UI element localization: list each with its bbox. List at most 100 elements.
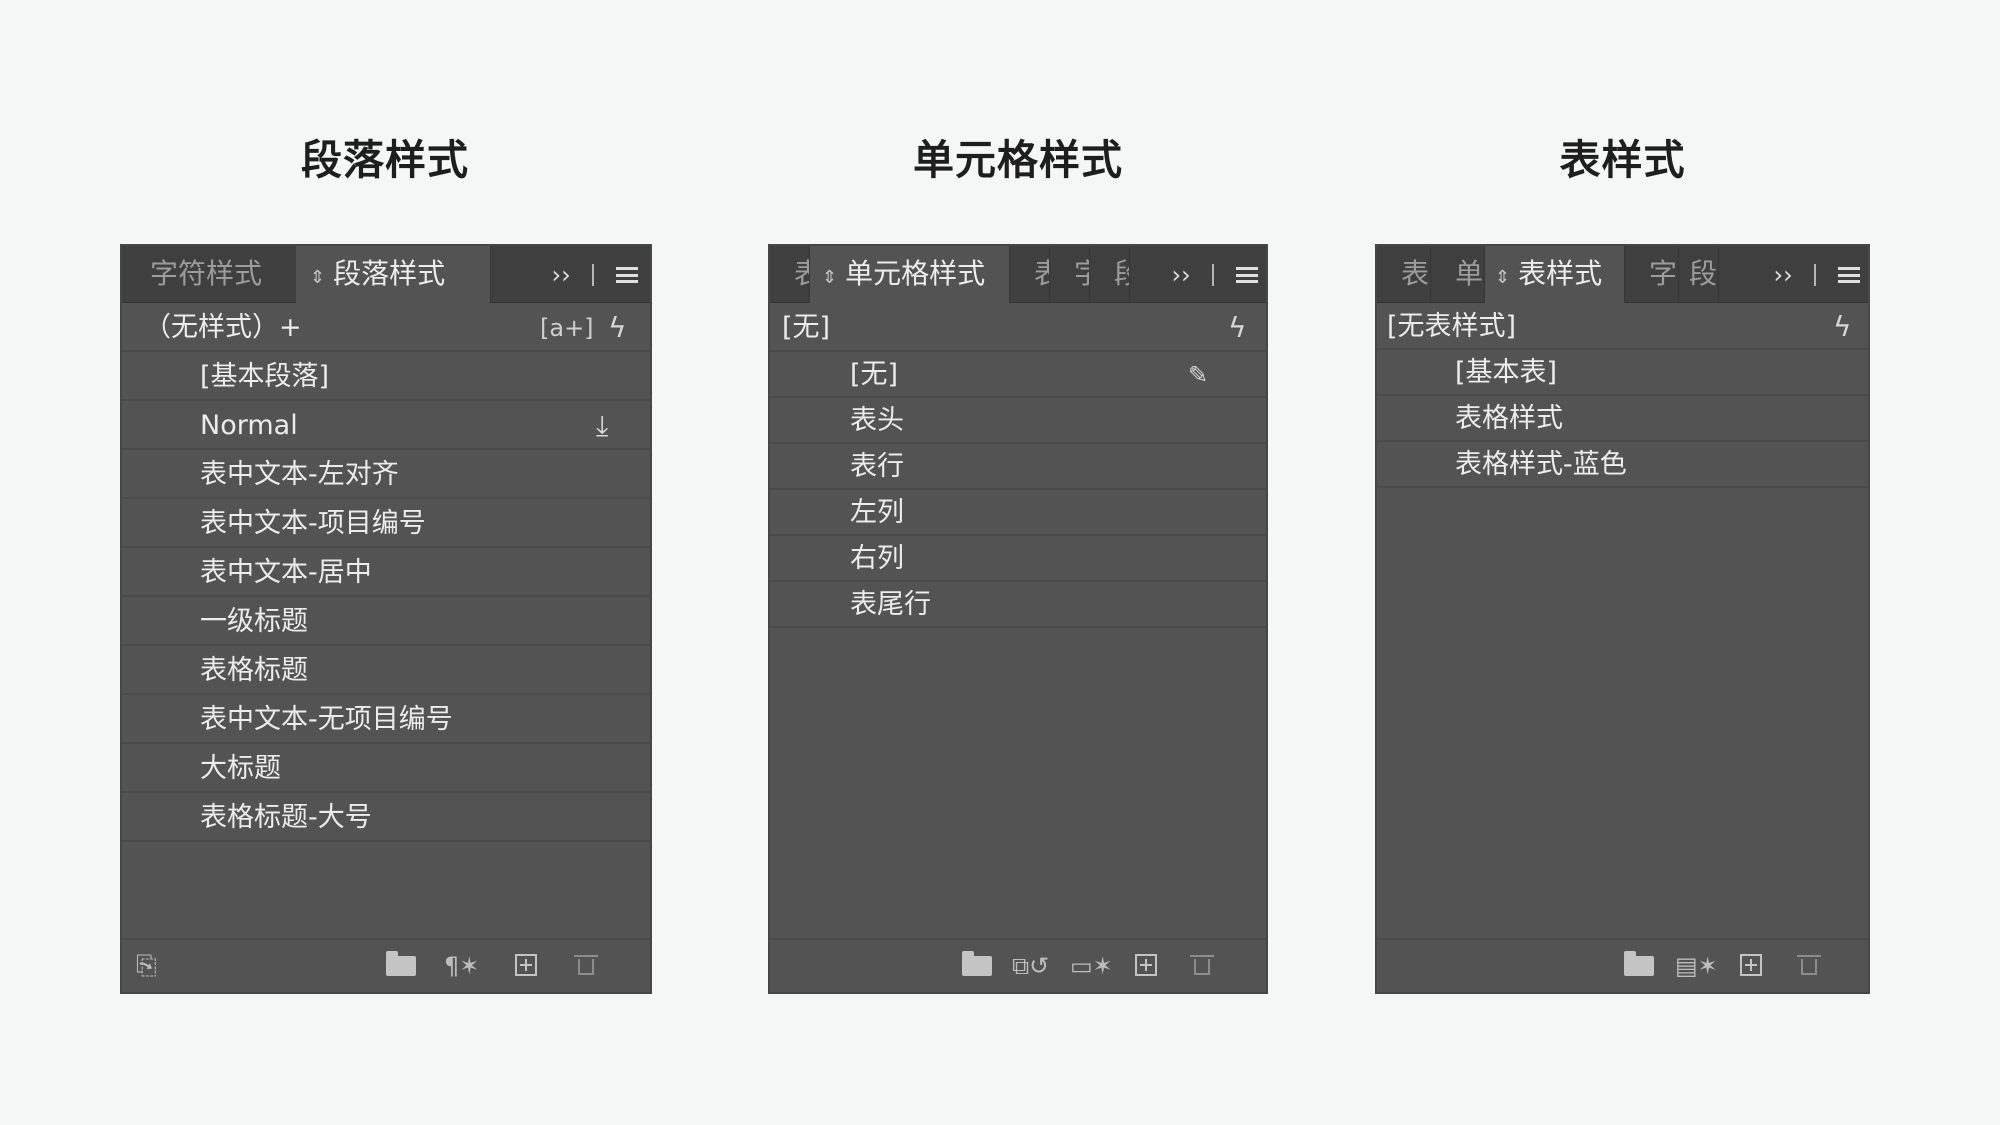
lightning-icon[interactable]: ϟ bbox=[608, 304, 626, 352]
tab-table-styles-collapsed[interactable]: 表 bbox=[770, 246, 810, 302]
item-label: 左列 bbox=[850, 497, 904, 528]
list-item[interactable]: 表格样式 bbox=[1377, 396, 1868, 442]
list-item[interactable]: 大标题 bbox=[122, 744, 650, 793]
sort-arrows-icon: ⇕ bbox=[822, 267, 838, 288]
divider bbox=[1212, 264, 1215, 286]
trash-icon[interactable] bbox=[574, 953, 598, 975]
item-label: （无样式）+ bbox=[144, 312, 302, 343]
list-item[interactable]: 表中文本-项目编号 bbox=[122, 499, 650, 548]
panel-controls: ›› bbox=[1172, 246, 1258, 302]
list-item[interactable]: 表中文本-左对齐 bbox=[122, 450, 650, 499]
clear-override-icon[interactable]: ▭✶ bbox=[1070, 952, 1113, 980]
expand-chevrons-icon[interactable]: ›› bbox=[552, 247, 571, 303]
item-label: [基本表] bbox=[1455, 357, 1558, 388]
panel-menu-icon[interactable] bbox=[616, 267, 638, 283]
folder-icon[interactable] bbox=[962, 951, 992, 976]
import-icon: ⤓ bbox=[596, 409, 609, 442]
item-label: 表格标题 bbox=[200, 655, 308, 686]
item-label: 表中文本-项目编号 bbox=[200, 508, 426, 539]
table-styles-panel: 表 单 ⇕ 表样式 字 段 ›› [无表样式] ϟ [基本表] 表格样式 表格样式… bbox=[1375, 244, 1870, 994]
list-item[interactable]: 右列 bbox=[770, 536, 1266, 582]
lightning-icon[interactable]: ϟ bbox=[1833, 304, 1851, 350]
tab-label: 段 bbox=[1689, 257, 1718, 290]
divider bbox=[1814, 264, 1817, 286]
folder-icon[interactable] bbox=[1624, 951, 1654, 976]
new-style-icon[interactable] bbox=[1740, 954, 1762, 976]
list-item[interactable]: 表尾行 bbox=[770, 582, 1266, 628]
tab-label: 单 bbox=[1455, 257, 1484, 290]
list-item[interactable]: 表中文本-居中 bbox=[122, 548, 650, 597]
tab-paragraph-collapsed[interactable]: 段 bbox=[1090, 246, 1130, 302]
lightning-icon[interactable]: ϟ bbox=[1228, 304, 1246, 352]
panel-controls: ›› bbox=[1774, 246, 1860, 302]
list-item[interactable]: 表格标题 bbox=[122, 646, 650, 695]
heading-cell-styles: 单元格样式 bbox=[913, 136, 1123, 184]
tab-table-collapsed[interactable]: 表 bbox=[1377, 246, 1431, 302]
expand-chevrons-icon[interactable]: ›› bbox=[1774, 247, 1793, 303]
list-item[interactable]: 表格样式-蓝色 bbox=[1377, 442, 1868, 488]
trash-icon[interactable] bbox=[1797, 953, 1821, 975]
tab-character-collapsed[interactable]: 字 bbox=[1050, 246, 1090, 302]
trash-icon[interactable] bbox=[1190, 953, 1214, 975]
item-label: 表行 bbox=[850, 451, 904, 482]
new-style-group-icon[interactable]: [a+] bbox=[540, 304, 594, 352]
item-label: 右列 bbox=[850, 543, 904, 574]
no-edit-icon: ✎ bbox=[1188, 361, 1209, 389]
clear-override-icon[interactable]: ¶✶ bbox=[444, 952, 479, 980]
panel-controls: ›› bbox=[552, 246, 638, 302]
tab-label: 表 bbox=[1401, 257, 1430, 290]
panel-footer: ⎘ ¶✶ bbox=[122, 938, 650, 992]
list-item[interactable]: Normal ⤓ bbox=[122, 401, 650, 450]
tab-paragraph-styles[interactable]: ⇕ 段落样式 bbox=[296, 246, 491, 303]
new-style-icon[interactable] bbox=[515, 954, 537, 976]
list-item-default[interactable]: （无样式）+ [a+] ϟ bbox=[122, 304, 650, 352]
item-label: Normal bbox=[200, 410, 298, 441]
panel-menu-icon[interactable] bbox=[1236, 267, 1258, 283]
list-item[interactable]: 表格标题-大号 bbox=[122, 793, 650, 842]
tab-table-styles[interactable]: ⇕ 表样式 bbox=[1485, 246, 1625, 303]
list-item[interactable]: [基本表] bbox=[1377, 350, 1868, 396]
load-styles-icon[interactable]: ⎘ bbox=[136, 952, 157, 980]
list-item[interactable]: 左列 bbox=[770, 490, 1266, 536]
list-item[interactable]: 表头 bbox=[770, 398, 1266, 444]
cell-panel-tabbar: 表 ⇕ 单元格样式 表 字 段 ›› bbox=[770, 246, 1266, 303]
tab-label: 字 bbox=[1649, 257, 1678, 290]
sort-arrows-icon: ⇕ bbox=[1495, 267, 1511, 288]
tab-label: 表 bbox=[1034, 257, 1049, 290]
item-label: 表格样式-蓝色 bbox=[1455, 449, 1627, 480]
panel-menu-icon[interactable] bbox=[1838, 267, 1860, 283]
list-item[interactable]: 表中文本-无项目编号 bbox=[122, 695, 650, 744]
list-item[interactable]: 表行 bbox=[770, 444, 1266, 490]
list-item-default[interactable]: [无] ϟ bbox=[770, 304, 1266, 352]
tab-cell-styles[interactable]: ⇕ 单元格样式 bbox=[810, 246, 1010, 303]
table-panel-tabbar: 表 单 ⇕ 表样式 字 段 ›› bbox=[1377, 246, 1868, 303]
tab-label: 段 bbox=[1114, 257, 1129, 290]
tab-cell-collapsed[interactable]: 单 bbox=[1431, 246, 1485, 302]
item-label: [无表样式] bbox=[1387, 311, 1517, 342]
item-label: [无] bbox=[850, 359, 899, 390]
tab-character-collapsed[interactable]: 字 bbox=[1625, 246, 1679, 302]
list-item[interactable]: [无] ✎ bbox=[770, 352, 1266, 398]
tab-label: 单元格样式 bbox=[845, 257, 986, 290]
item-label: 表头 bbox=[850, 405, 904, 436]
clear-attributes-icon[interactable]: ⧉↺ bbox=[1012, 952, 1049, 980]
list-item[interactable]: [基本段落] bbox=[122, 352, 650, 401]
tab-label: 字 bbox=[1074, 257, 1089, 290]
item-label: 一级标题 bbox=[200, 606, 308, 637]
list-item-default[interactable]: [无表样式] ϟ bbox=[1377, 304, 1868, 350]
expand-chevrons-icon[interactable]: ›› bbox=[1172, 247, 1191, 303]
item-label: 表格样式 bbox=[1455, 403, 1563, 434]
tab-paragraph-collapsed[interactable]: 段 bbox=[1679, 246, 1719, 302]
sort-arrows-icon: ⇕ bbox=[310, 267, 326, 288]
tab-table-collapsed[interactable]: 表 bbox=[1010, 246, 1050, 302]
divider bbox=[592, 264, 595, 286]
item-label: [无] bbox=[782, 312, 831, 343]
item-label: 表中文本-无项目编号 bbox=[200, 704, 453, 735]
tab-label: 字符样式 bbox=[150, 257, 263, 290]
list-item[interactable]: 一级标题 bbox=[122, 597, 650, 646]
item-label: 表尾行 bbox=[850, 589, 931, 620]
folder-icon[interactable] bbox=[386, 951, 416, 976]
clear-override-icon[interactable]: ▤✶ bbox=[1675, 952, 1718, 980]
panel-footer: ▤✶ bbox=[1377, 938, 1868, 992]
new-style-icon[interactable] bbox=[1135, 954, 1157, 976]
